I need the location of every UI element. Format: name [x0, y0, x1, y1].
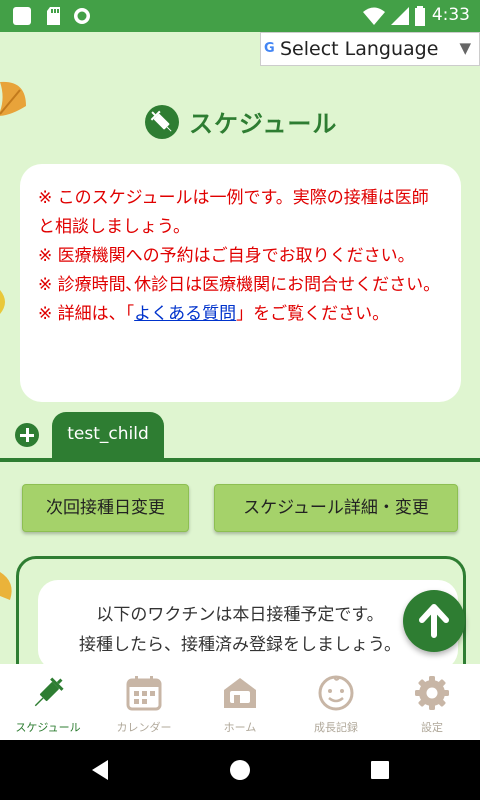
nav-item-settings[interactable]: 設定	[384, 664, 480, 740]
nav-item-calendar[interactable]: カレンダー	[96, 664, 192, 740]
syringe-icon	[145, 104, 179, 139]
nav-label: スケジュール	[15, 721, 81, 734]
system-nav-bar	[0, 740, 480, 800]
notice-line: ※ このスケジュールは一例です。実際の接種は医師と相談しましょう。	[38, 188, 429, 237]
notice-prefix: ※ 詳細は、「	[38, 304, 135, 324]
google-g-icon: G	[264, 41, 275, 56]
nav-label: 設定	[421, 721, 443, 734]
child-tabs: test_child	[0, 412, 480, 462]
dropdown-arrow-icon: ▼	[459, 39, 471, 57]
notice-suffix: 」をご覧ください。	[236, 304, 390, 324]
nav-item-home[interactable]: ホーム	[192, 664, 288, 740]
wifi-icon	[363, 7, 385, 25]
notice-line: ※ 医療機関への予約はご自身でお取りください。	[38, 246, 415, 266]
notice-card: ※ このスケジュールは一例です。実際の接種は医師と相談しましょう。 ※ 医療機関…	[20, 164, 461, 402]
syringe-icon	[34, 677, 64, 707]
status-bar: 4:33	[0, 0, 480, 32]
sd-card-icon	[47, 7, 60, 25]
status-time: 4:33	[431, 5, 470, 25]
nav-label: カレンダー	[116, 721, 172, 734]
plus-circle-icon[interactable]	[15, 423, 39, 447]
nav-label: ホーム	[223, 721, 257, 734]
notice-line: ※ 診療時間､休診日は医療機関にお問合せください。	[38, 275, 441, 295]
page-title-text: スケジュール	[189, 110, 338, 138]
back-icon[interactable]	[88, 758, 112, 782]
recents-icon[interactable]	[368, 758, 392, 782]
app-icon	[13, 7, 31, 25]
tab-divider	[0, 458, 480, 462]
today-vaccine-text: 接種したら、接種済み登録をしましょう。	[79, 635, 401, 655]
schedule-edit-button[interactable]: スケジュール詳細・変更	[214, 484, 458, 532]
notice-line-faq: ※ 詳細は、「よくある質問」をご覧ください。	[38, 300, 445, 329]
home-icon	[224, 678, 256, 708]
tab-child[interactable]: test_child	[52, 412, 164, 458]
today-vaccine-card	[38, 580, 458, 670]
nav-label: 成長記録	[314, 721, 358, 734]
arrow-up-icon	[419, 604, 449, 638]
next-date-change-button[interactable]: 次回接種日変更	[22, 484, 189, 532]
battery-icon	[415, 6, 425, 26]
calendar-icon	[126, 676, 162, 711]
page-title: スケジュール	[145, 104, 337, 139]
scroll-to-top-button[interactable]	[403, 590, 465, 652]
cellular-signal-icon	[391, 7, 409, 25]
leaf-decoration	[0, 572, 12, 600]
autumn-leaf-decoration	[0, 81, 26, 116]
baby-face-icon	[318, 675, 354, 711]
faq-link[interactable]: よくある質問	[134, 304, 236, 324]
leaf-decoration	[0, 290, 5, 314]
bottom-nav: スケジュール カレンダー ホーム 成長記録 設定	[0, 664, 480, 740]
gear-icon	[415, 676, 449, 710]
nav-item-schedule[interactable]: スケジュール	[0, 664, 96, 740]
home-button-icon[interactable]	[228, 758, 252, 782]
sync-icon	[74, 8, 90, 24]
language-select[interactable]: G Select Language ▼	[260, 32, 480, 66]
today-vaccine-text: 以下のワクチンは本日接種予定です。	[96, 605, 384, 625]
nav-item-growth[interactable]: 成長記録	[288, 664, 384, 740]
language-select-label: Select Language	[280, 38, 439, 60]
